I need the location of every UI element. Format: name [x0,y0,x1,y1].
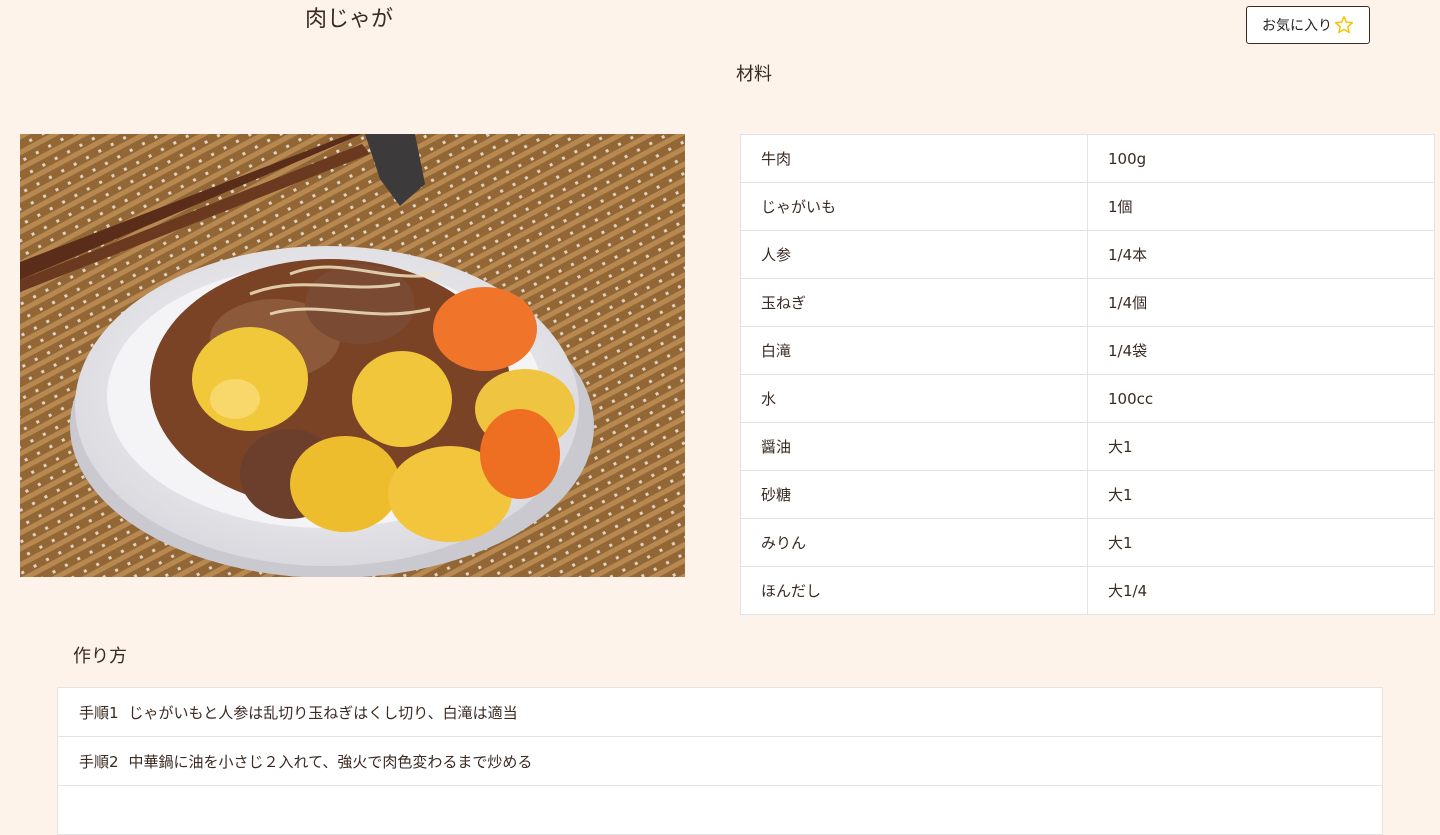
favorite-label: お気に入り [1262,18,1332,34]
ingredient-name: 玉ねぎ [740,278,1088,327]
table-row: 水 100cc [740,374,1435,423]
ingredient-amount: 大1 [1087,518,1435,567]
ingredient-amount: 100cc [1087,374,1435,423]
ingredient-name: みりん [740,518,1088,567]
ingredient-amount: 大1 [1087,470,1435,519]
ingredient-name: 水 [740,374,1088,423]
table-row: 白滝 1/4袋 [740,326,1435,375]
step-label: 手順1 [79,703,119,722]
ingredient-name: 牛肉 [740,134,1088,183]
table-row: 醤油 大1 [740,422,1435,471]
recipe-title: 肉じゃが [305,7,394,32]
table-row: ほんだし 大1/4 [740,566,1435,615]
star-icon [1334,15,1354,34]
dish-photo [20,134,685,577]
ingredient-amount: 大1/4 [1087,566,1435,615]
ingredient-amount: 大1 [1087,422,1435,471]
ingredient-amount: 100g [1087,134,1435,183]
ingredient-amount: 1/4本 [1087,230,1435,279]
list-item: 手順2 中華鍋に油を小さじ２入れて、強火で肉色変わるまで炒める [58,737,1382,786]
table-row: 人参 1/4本 [740,230,1435,279]
howto-heading: 作り方 [73,646,127,667]
ingredient-amount: 1/4個 [1087,278,1435,327]
ingredient-amount: 1個 [1087,182,1435,231]
step-text: 中華鍋に油を小さじ２入れて、強火で肉色変わるまで炒める [128,752,533,771]
table-row: 砂糖 大1 [740,470,1435,519]
table-row: 牛肉 100g [740,134,1435,183]
materials-heading: 材料 [736,64,772,85]
ingredient-name: 醤油 [740,422,1088,471]
table-row: じゃがいも 1個 [740,182,1435,231]
ingredient-name: じゃがいも [740,182,1088,231]
favorite-button[interactable]: お気に入り [1246,6,1370,44]
ingredients-table: 牛肉 100g じゃがいも 1個 人参 1/4本 玉ねぎ 1/4個 白滝 1/4袋 水 10… [740,134,1435,615]
ingredient-amount: 1/4袋 [1087,326,1435,375]
ingredient-name: ほんだし [740,566,1088,615]
list-item [58,786,1382,835]
step-label: 手順2 [79,752,119,771]
ingredient-name: 砂糖 [740,470,1088,519]
list-item: 手順1 じゃがいもと人参は乱切り玉ねぎはくし切り、白滝は適当 [58,688,1382,737]
table-row: 玉ねぎ 1/4個 [740,278,1435,327]
ingredient-name: 人参 [740,230,1088,279]
table-row: みりん 大1 [740,518,1435,567]
steps-list: 手順1 じゃがいもと人参は乱切り玉ねぎはくし切り、白滝は適当 手順2 中華鍋に油… [57,687,1383,835]
step-text: じゃがいもと人参は乱切り玉ねぎはくし切り、白滝は適当 [128,703,518,722]
ingredient-name: 白滝 [740,326,1088,375]
